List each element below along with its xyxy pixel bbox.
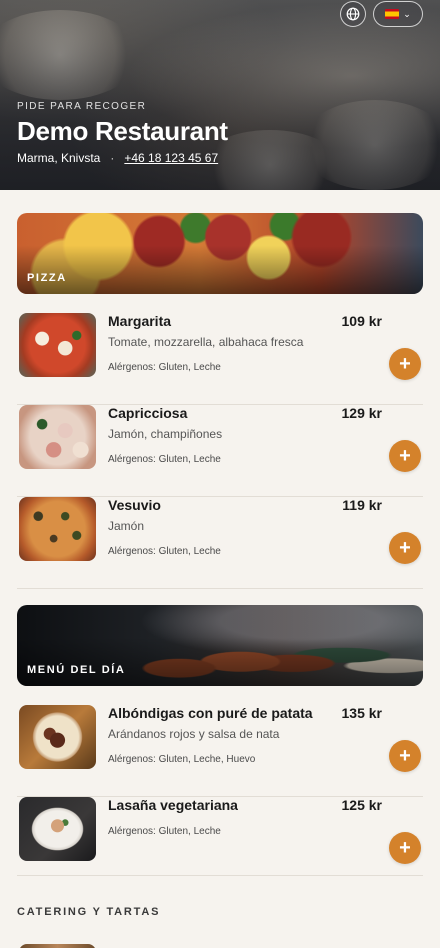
category-label: PIZZA — [27, 272, 67, 284]
item-photo — [19, 797, 96, 861]
restaurant-name: Demo Restaurant — [17, 116, 228, 146]
category-banner-pizza: PIZZA — [17, 213, 423, 294]
item-allergens: Alérgenos: Gluten, Leche — [108, 826, 221, 837]
item-description: Jamón — [108, 519, 145, 533]
menu-item[interactable]: Capricciosa 129 kr Jamón, champiñones Al… — [17, 405, 423, 497]
item-photo — [19, 705, 96, 769]
item-photo — [19, 405, 96, 469]
category-banner-menu-del-dia: MENÚ DEL DÍA — [17, 605, 423, 686]
restaurant-location: Marma, Knivsta — [17, 151, 101, 165]
restaurant-phone-link[interactable]: +46 18 123 45 67 — [124, 151, 218, 165]
item-allergens: Alérgenos: Gluten, Leche — [108, 362, 221, 373]
add-to-cart-button[interactable]: + — [389, 832, 421, 864]
item-allergens: Alérgenos: Gluten, Leche, Huevo — [108, 754, 256, 765]
chevron-down-icon: ⌄ — [403, 8, 411, 19]
category-heading-catering: CATERING Y TARTAS — [17, 906, 161, 918]
item-price: 129 kr — [341, 405, 382, 421]
menu-item[interactable]: Margarita 109 kr Tomate, mozzarella, alb… — [17, 313, 423, 405]
add-to-cart-button[interactable]: + — [389, 440, 421, 472]
item-allergens: Alérgenos: Gluten, Leche — [108, 546, 221, 557]
item-name: Lasaña vegetariana — [108, 797, 238, 813]
menu-item[interactable]: Albóndigas con puré de patata 135 kr Ará… — [17, 705, 423, 797]
item-description: Jamón, champiñones — [108, 427, 223, 441]
item-description: Arándanos rojos y salsa de nata — [108, 727, 280, 741]
item-name: Albóndigas con puré de patata — [108, 705, 313, 721]
item-name: Margarita — [108, 313, 172, 329]
item-photo-partial — [19, 944, 96, 948]
restaurant-meta: Marma, Knivsta · +46 18 123 45 67 — [17, 151, 218, 165]
item-price: 135 kr — [341, 705, 382, 721]
menu-item[interactable]: Vesuvio 119 kr Jamón Alérgenos: Gluten, … — [17, 497, 423, 589]
item-name: Vesuvio — [108, 497, 161, 513]
add-to-cart-button[interactable]: + — [389, 348, 421, 380]
item-photo — [19, 313, 96, 377]
meta-separator: · — [110, 151, 115, 165]
item-allergens: Alérgenos: Gluten, Leche — [108, 454, 221, 465]
item-name: Capricciosa — [108, 405, 188, 421]
item-description: Tomate, mozzarella, albahaca fresca — [108, 335, 304, 349]
item-price: 119 kr — [342, 497, 382, 513]
add-to-cart-button[interactable]: + — [389, 740, 421, 772]
globe-icon — [346, 7, 360, 21]
item-price: 109 kr — [341, 313, 382, 329]
item-photo — [19, 497, 96, 561]
add-to-cart-button[interactable]: + — [389, 532, 421, 564]
menu-item[interactable]: Lasaña vegetariana 125 kr Alérgenos: Glu… — [17, 797, 423, 876]
globe-button[interactable] — [340, 1, 366, 27]
spain-flag-icon — [385, 9, 400, 19]
item-price: 125 kr — [341, 797, 382, 813]
order-type-label: PIDE PARA RECOGER — [17, 101, 147, 112]
category-label: MENÚ DEL DÍA — [27, 664, 126, 676]
hero-header: ⌄ PIDE PARA RECOGER Demo Restaurant Marm… — [0, 0, 440, 190]
language-selector[interactable]: ⌄ — [373, 1, 423, 27]
